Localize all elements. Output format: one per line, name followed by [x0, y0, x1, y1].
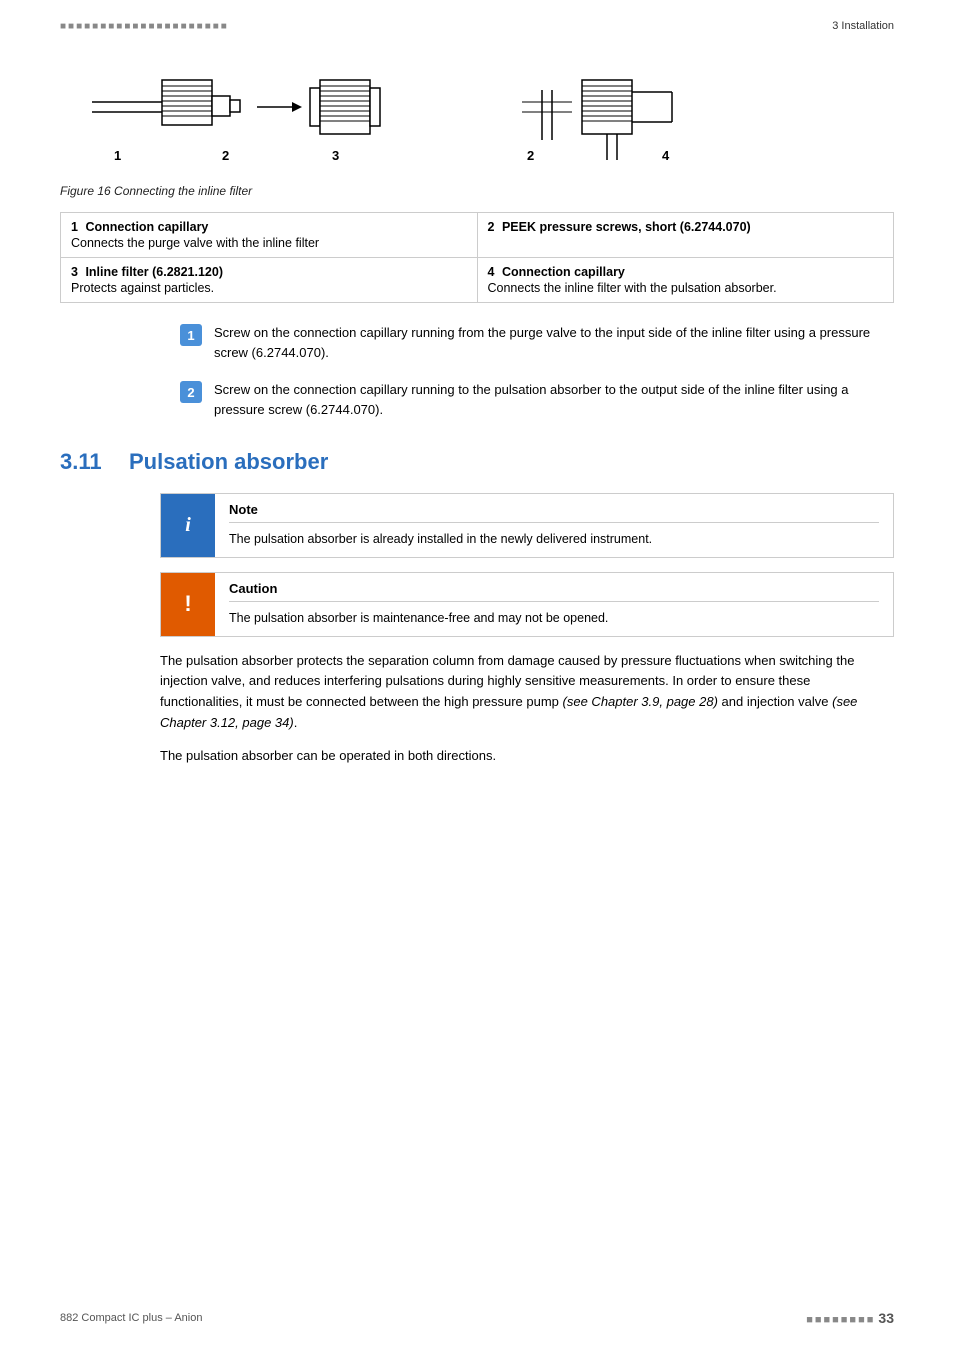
step-2-text: Screw on the connection capillary runnin…	[214, 380, 894, 419]
caution-body: The pulsation absorber is maintenance-fr…	[229, 609, 879, 628]
section-number: 3.11	[60, 449, 115, 475]
header-section: 3 Installation	[832, 20, 894, 32]
body-paragraph-2: The pulsation absorber can be operated i…	[160, 746, 894, 767]
footer-dots: ■■■■■■■■	[806, 1314, 875, 1326]
footer-product: 882 Compact IC plus – Anion	[60, 1312, 202, 1324]
section-title: Pulsation absorber	[129, 449, 328, 475]
page-number: 33	[878, 1310, 894, 1326]
note-content: Note The pulsation absorber is already i…	[215, 494, 893, 557]
svg-text:3: 3	[332, 148, 339, 163]
legend-item-4: 4 Connection capillary Connects the inli…	[477, 258, 894, 303]
note-icon: i	[161, 494, 215, 557]
figure-caption: Figure 16 Connecting the inline filter	[60, 184, 894, 198]
caution-content: Caution The pulsation absorber is mainte…	[215, 573, 893, 636]
page-footer: 882 Compact IC plus – Anion ■■■■■■■■ 33	[60, 1310, 894, 1326]
step-1-number: 1	[180, 324, 202, 346]
legend-table: 1 Connection capillary Connects the purg…	[60, 212, 894, 303]
svg-text:1: 1	[114, 148, 121, 163]
svg-text:4: 4	[662, 148, 670, 163]
caution-icon: !	[161, 573, 215, 636]
svg-text:2: 2	[527, 148, 534, 163]
caution-title: Caution	[229, 581, 879, 602]
legend-item-1: 1 Connection capillary Connects the purg…	[61, 213, 478, 258]
steps-area: 1 Screw on the connection capillary runn…	[180, 323, 894, 419]
body-paragraph-1: The pulsation absorber protects the sepa…	[160, 651, 894, 734]
page-header: ■■■■■■■■■■■■■■■■■■■■■ 3 Installation	[60, 20, 894, 32]
legend-item-3: 3 Inline filter (6.2821.120) Protects ag…	[61, 258, 478, 303]
step-1-text: Screw on the connection capillary runnin…	[214, 323, 894, 362]
figure-diagram: 1 2 3	[60, 50, 894, 180]
legend-item-2: 2 PEEK pressure screws, short (6.2744.07…	[477, 213, 894, 258]
note-box: i Note The pulsation absorber is already…	[160, 493, 894, 558]
section-heading: 3.11 Pulsation absorber	[60, 449, 894, 475]
svg-text:2: 2	[222, 148, 229, 163]
note-body: The pulsation absorber is already instal…	[229, 530, 879, 549]
note-title: Note	[229, 502, 879, 523]
step-1: 1 Screw on the connection capillary runn…	[180, 323, 894, 362]
header-dots: ■■■■■■■■■■■■■■■■■■■■■	[60, 21, 229, 32]
step-2: 2 Screw on the connection capillary runn…	[180, 380, 894, 419]
figure-area: 1 2 3	[60, 50, 894, 198]
step-2-number: 2	[180, 381, 202, 403]
caution-box: ! Caution The pulsation absorber is main…	[160, 572, 894, 637]
